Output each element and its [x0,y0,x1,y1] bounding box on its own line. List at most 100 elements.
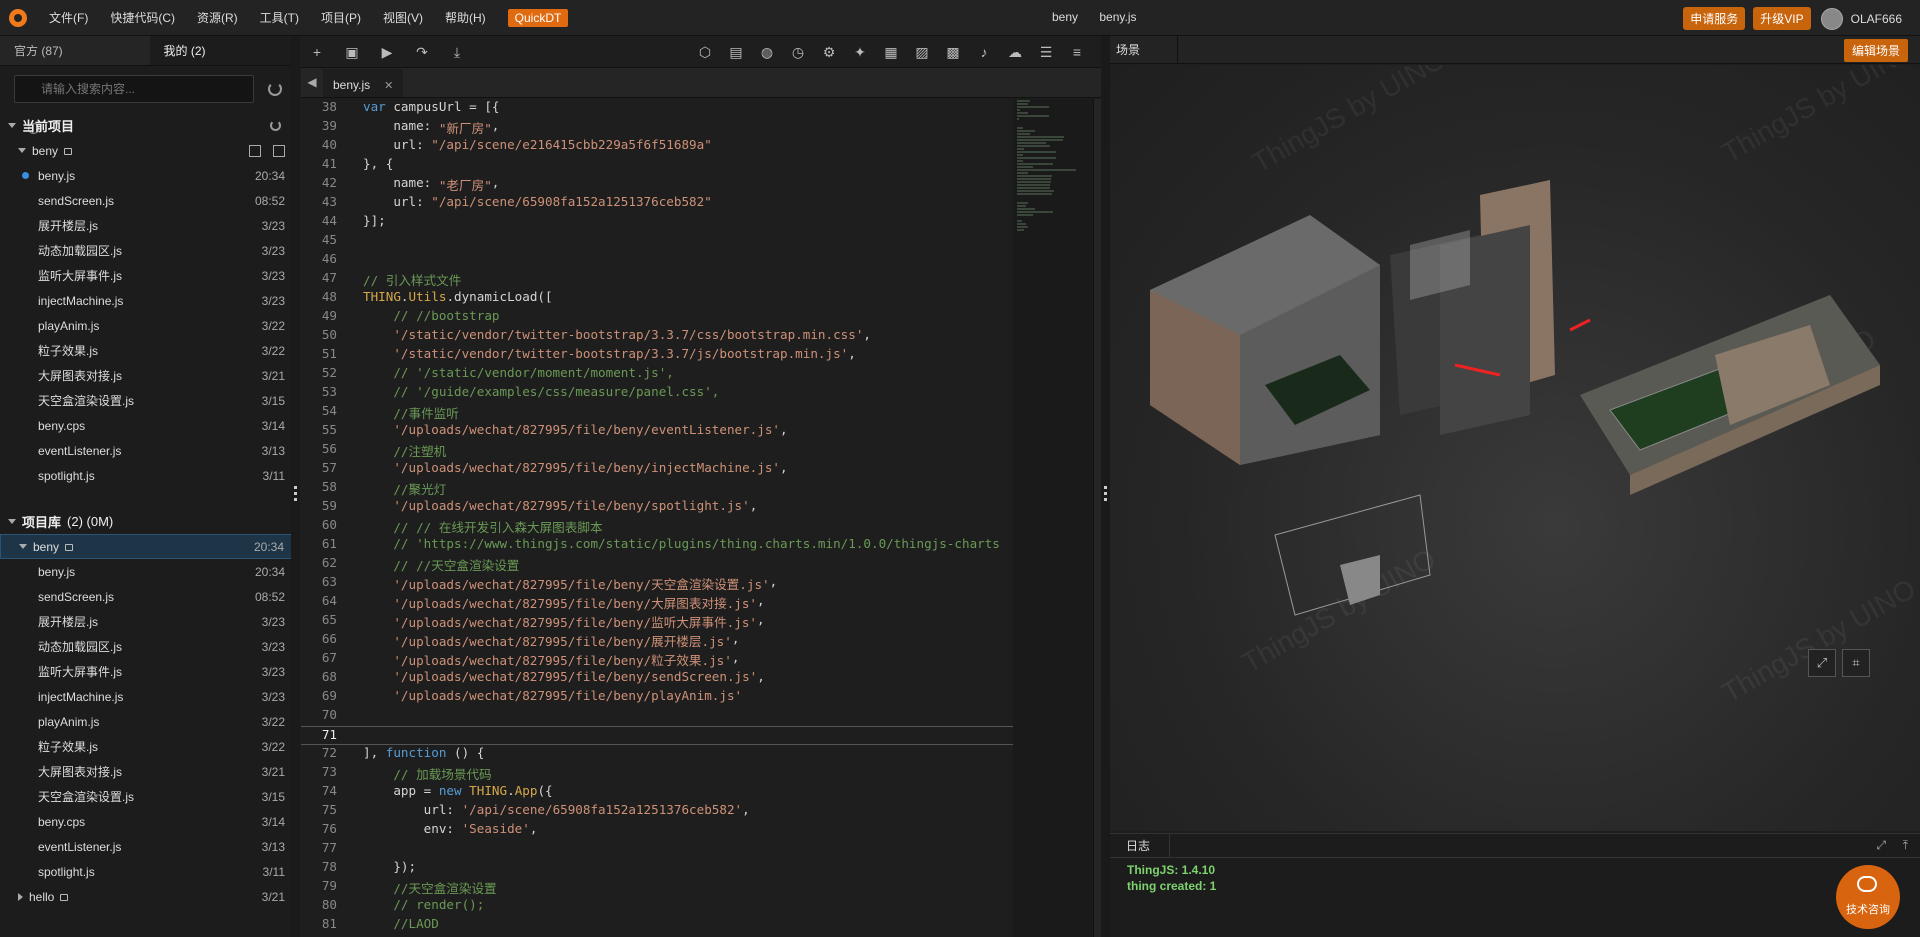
upgrade-vip-button[interactable]: 升级VIP [1753,7,1811,30]
factory-scene-model[interactable] [1110,65,1920,831]
tab-scroll-left-icon[interactable]: ◀ [301,67,323,97]
add-icon[interactable]: + [309,44,325,60]
apply-service-button[interactable]: 申请服务 [1683,7,1746,30]
code-line[interactable]: 81 //LAOD [301,916,1013,935]
file-item[interactable]: beny.js 20:34 [0,163,299,188]
file-item[interactable]: 动态加载园区.js 3/23 [0,238,299,263]
tech-consult-button[interactable]: 技术咨询 [1836,865,1900,929]
code-line[interactable]: 43 url: "/api/scene/65908fa152a1251376ce… [301,194,1013,213]
menu-file[interactable]: 文件(F) [49,9,88,26]
upload-icon[interactable] [273,144,285,157]
code-line[interactable]: 69 '/uploads/wechat/827995/file/beny/pla… [301,688,1013,707]
code-line[interactable]: 74 app = new THING. App({ [301,783,1013,802]
code-line[interactable]: 49 // //bootstrap [301,308,1013,327]
cloud-icon[interactable]: ☁ [1007,44,1023,60]
code-line[interactable]: 50 '/static/vendor/twitter-bootstrap/3.3… [301,327,1013,346]
file-item[interactable]: 监听大屏事件.js 3/23 [0,659,299,684]
code-line[interactable]: 51 '/static/vendor/twitter-bootstrap/3.3… [301,346,1013,365]
file-item[interactable]: 监听大屏事件.js 3/23 [0,263,299,288]
quickdt-button[interactable]: QuickDT [507,8,569,27]
file-item[interactable]: playAnim.js 3/22 [0,709,299,734]
share-icon[interactable]: ↷ [414,44,430,60]
file-item[interactable]: injectMachine.js 3/23 [0,684,299,709]
code-line[interactable]: 53 // '/guide/examples/css/measure/panel… [301,384,1013,403]
book-icon[interactable]: ▤ [728,44,744,60]
code-line[interactable]: 67 '/uploads/wechat/827995/file/beny/粒子效… [301,650,1013,669]
file-item[interactable]: 天空盒渲染设置.js 3/15 [0,784,299,809]
code-line[interactable]: 63 '/uploads/wechat/827995/file/beny/天空盒… [301,574,1013,593]
file-item[interactable]: beny.cps 3/14 [0,809,299,834]
menu-tools[interactable]: 工具(T) [260,9,299,26]
picture-icon[interactable]: ▩ [945,44,961,60]
file-item[interactable]: spotlight.js 3/11 [0,859,299,884]
file-item[interactable]: 大屏图表对接.js 3/21 [0,363,299,388]
current-project-row[interactable]: beny [0,138,299,163]
code-line[interactable]: 79 //天空盒渲染设置 [301,878,1013,897]
file-item[interactable]: beny.js 20:34 [0,559,299,584]
code-line[interactable]: 38 var campusUrl = [{ [301,99,1013,118]
code-line[interactable]: 80 // render(); [301,897,1013,916]
code-line[interactable]: 68 '/uploads/wechat/827995/file/beny/sen… [301,669,1013,688]
menu-resources[interactable]: 资源(R) [197,9,238,26]
code-line[interactable]: 61 // 'https://www.thingjs.com/static/pl… [301,536,1013,555]
code-line[interactable]: 64 '/uploads/wechat/827995/file/beny/大屏图… [301,593,1013,612]
code-line[interactable]: 40 url: "/api/scene/e216415cbb229a5f6f51… [301,137,1013,156]
code-line[interactable]: 48 THING. Utils .dynamicLoad([ [301,289,1013,308]
code-line[interactable]: 58 //聚光灯 [301,479,1013,498]
file-item[interactable]: beny.cps 3/14 [0,413,299,438]
magic-icon[interactable]: ✦ [852,44,868,60]
file-item[interactable]: 大屏图表对接.js 3/21 [0,759,299,784]
code-line[interactable]: 71 [301,726,1013,745]
refresh-icon[interactable] [268,82,282,96]
code-line[interactable]: 66 '/uploads/wechat/827995/file/beny/展开楼… [301,631,1013,650]
clock-icon[interactable]: ◷ [790,44,806,60]
drag-handle-icon[interactable] [1104,486,1107,502]
sidebar-splitter[interactable] [291,36,300,937]
code-line[interactable]: 77 [301,840,1013,859]
app-logo-icon[interactable] [9,8,27,27]
code-line[interactable]: 62 // //天空盒渲染设置 [301,555,1013,574]
library-project-row[interactable]: beny 20:34 [0,534,299,559]
current-project-header[interactable]: 当前项目 [0,112,299,138]
code-line[interactable]: 42 name: "老厂房", [301,175,1013,194]
file-item[interactable]: playAnim.js 3/22 [0,313,299,338]
settings-sliders-icon[interactable]: ≡ [1069,44,1085,60]
tab-scene[interactable]: 场景 [1110,35,1178,64]
file-item[interactable]: sendScreen.js 08:52 [0,584,299,609]
code-line[interactable]: 73 // 加载场景代码 [301,764,1013,783]
3d-viewport[interactable]: ThingJS by UINO ThingJS by UINO ThingJS … [1110,65,1920,831]
code-line[interactable]: 54 //事件监听 [301,403,1013,422]
code-area[interactable]: 38 var campusUrl = [{39 name: "新厂房", 40 ur… [301,99,1013,937]
refresh-project-icon[interactable] [270,119,281,131]
drag-handle-icon[interactable] [294,486,297,502]
popout-icon[interactable]: ⤢ [1876,838,1886,853]
cube-icon[interactable]: ⬡ [697,44,713,60]
close-icon[interactable]: ✕ [384,80,393,92]
code-line[interactable]: 70 [301,707,1013,726]
code-line[interactable]: 39 name: "新厂房", [301,118,1013,137]
file-item[interactable]: 动态加载园区.js 3/23 [0,634,299,659]
code-line[interactable]: 76 env: 'Seaside', [301,821,1013,840]
download-icon[interactable]: ⤓ [449,44,465,60]
username[interactable]: OLAF666 [1851,12,1902,26]
file-item[interactable]: 展开楼层.js 3/23 [0,609,299,634]
code-line[interactable]: 44}]; [301,213,1013,232]
file-item[interactable]: 粒子效果.js 3/22 [0,734,299,759]
code-line[interactable]: 60 // // 在线开发引入森大屏图表脚本 [301,517,1013,536]
screenshot-icon[interactable]: ⌗ [1842,649,1870,677]
menu-quick-code[interactable]: 快捷代码(C) [110,9,175,26]
code-line[interactable]: 52 // '/static/vendor/moment/moment.js', [301,365,1013,384]
collapse-icon[interactable]: ⤒ [1903,838,1908,853]
layout-icon[interactable]: ▦ [883,44,899,60]
file-item[interactable]: 粒子效果.js 3/22 [0,338,299,363]
network-icon[interactable]: ⚙ [821,44,837,60]
file-item[interactable]: injectMachine.js 3/23 [0,288,299,313]
code-line[interactable]: 75 url: '/api/scene/65908fa152a1251376ce… [301,802,1013,821]
file-item[interactable]: spotlight.js 3/11 [0,463,299,488]
note-icon[interactable]: ☰ [1038,44,1054,60]
editor-splitter[interactable] [1101,36,1110,937]
code-line[interactable]: 65 '/uploads/wechat/827995/file/beny/监听大… [301,612,1013,631]
tab-mine[interactable]: 我的 (2) [149,36,299,65]
tab-official[interactable]: 官方 (87) [0,36,150,65]
code-line[interactable]: 59 '/uploads/wechat/827995/file/beny/spo… [301,498,1013,517]
